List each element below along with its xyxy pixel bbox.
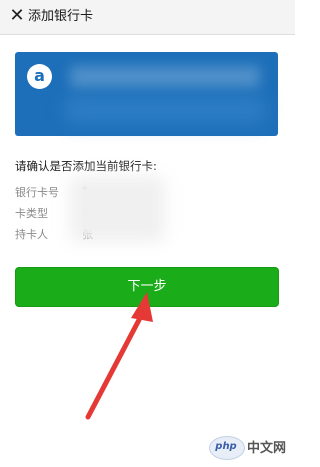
page-title: 添加银行卡 [28, 9, 94, 24]
arrow-shaft [85, 315, 143, 420]
next-step-button[interactable]: 下一步 [15, 267, 279, 307]
card-name-redacted [70, 66, 260, 88]
bank-card-preview: a [15, 52, 278, 136]
watermark-logo: php 中文网 [209, 435, 289, 461]
close-icon[interactable]: ✕ [4, 3, 30, 29]
bank-logo-glyph: a [34, 66, 45, 85]
php-logo-text: php [215, 441, 237, 452]
card-number-redacted [65, 96, 265, 124]
confirm-prompt: 请确认是否添加当前银行卡: [15, 159, 157, 173]
top-bar: ✕ 添加银行卡 [0, 0, 295, 35]
bank-logo-icon: a [27, 64, 52, 89]
watermark-site-text: 中文网 [247, 441, 287, 456]
values-redaction-blur [70, 176, 165, 242]
